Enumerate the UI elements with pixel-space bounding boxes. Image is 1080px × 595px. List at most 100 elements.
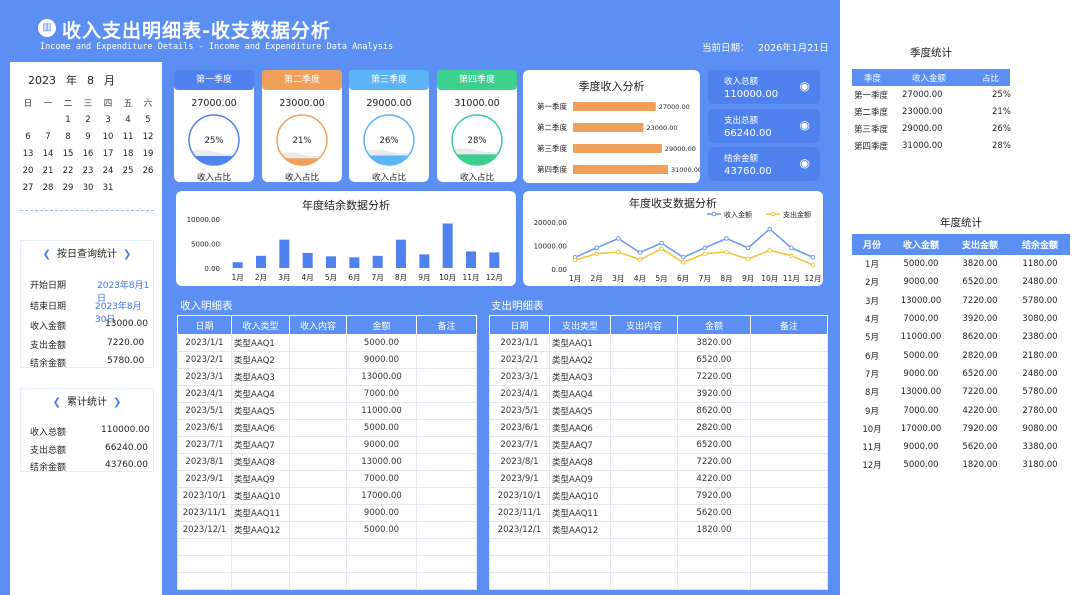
table-cell[interactable]: 3920.00	[677, 385, 751, 403]
table-cell[interactable]: 类型AAQ1	[549, 334, 611, 352]
calendar-day[interactable]: 4	[118, 111, 138, 128]
calendar-day[interactable]: 1	[58, 111, 78, 128]
table-cell[interactable]	[416, 368, 477, 386]
table-cell[interactable]: 类型AAQ6	[549, 419, 611, 437]
table-cell[interactable]	[416, 453, 477, 471]
table-cell[interactable]	[750, 419, 828, 437]
table-cell[interactable]: 2023/3/1	[489, 368, 550, 386]
table-cell[interactable]	[677, 555, 751, 573]
table-cell[interactable]	[750, 470, 828, 488]
table-cell[interactable]	[231, 538, 290, 556]
table-cell[interactable]	[416, 351, 477, 369]
table-cell[interactable]	[289, 453, 347, 471]
table-cell[interactable]: 13000.00	[346, 368, 417, 386]
table-cell[interactable]	[610, 470, 678, 488]
calendar-month[interactable]: 8	[87, 74, 94, 87]
table-cell[interactable]: 2023/4/1	[177, 385, 232, 403]
table-cell[interactable]: 7220.00	[677, 368, 751, 386]
table-cell[interactable]	[289, 368, 347, 386]
table-cell[interactable]: 类型AAQ9	[549, 470, 611, 488]
column-header[interactable]: 金额	[346, 315, 417, 335]
table-cell[interactable]: 17000.00	[346, 487, 417, 505]
table-cell[interactable]: 2023/11/1	[177, 504, 232, 522]
table-cell[interactable]	[416, 572, 477, 590]
table-cell[interactable]	[610, 436, 678, 454]
table-cell[interactable]: 类型AAQ6	[231, 419, 290, 437]
table-cell[interactable]	[289, 504, 347, 522]
table-cell[interactable]: 类型AAQ2	[549, 351, 611, 369]
table-cell[interactable]: 2023/7/1	[489, 436, 550, 454]
column-header[interactable]: 金额	[677, 315, 751, 335]
column-header[interactable]: 日期	[177, 315, 232, 335]
table-cell[interactable]: 2023/8/1	[489, 453, 550, 471]
table-cell[interactable]	[610, 368, 678, 386]
table-cell[interactable]	[750, 334, 828, 352]
column-header[interactable]: 备注	[750, 315, 828, 335]
table-cell[interactable]: 类型AAQ2	[231, 351, 290, 369]
calendar-day[interactable]: 17	[98, 145, 118, 162]
table-cell[interactable]	[289, 521, 347, 539]
table-cell[interactable]	[346, 538, 417, 556]
calendar-day[interactable]: 20	[18, 162, 38, 179]
calendar-day[interactable]: 21	[38, 162, 58, 179]
table-cell[interactable]: 2023/10/1	[177, 487, 232, 505]
calendar-day[interactable]: 11	[118, 128, 138, 145]
table-cell[interactable]	[610, 572, 678, 590]
table-cell[interactable]: 7920.00	[677, 487, 751, 505]
table-cell[interactable]	[750, 487, 828, 505]
table-cell[interactable]: 类型AAQ5	[231, 402, 290, 420]
table-cell[interactable]: 类型AAQ1	[231, 334, 290, 352]
table-cell[interactable]	[610, 402, 678, 420]
table-cell[interactable]	[416, 538, 477, 556]
table-cell[interactable]	[750, 504, 828, 522]
calendar-day[interactable]: 30	[78, 179, 98, 196]
table-cell[interactable]: 2820.00	[677, 419, 751, 437]
table-cell[interactable]: 4220.00	[677, 470, 751, 488]
calendar-day[interactable]: 13	[18, 145, 38, 162]
table-cell[interactable]: 类型AAQ10	[231, 487, 290, 505]
table-cell[interactable]	[289, 334, 347, 352]
table-cell[interactable]: 2023/5/1	[177, 402, 232, 420]
table-cell[interactable]	[231, 572, 290, 590]
table-cell[interactable]	[610, 419, 678, 437]
calendar-day[interactable]: 9	[78, 128, 98, 145]
table-cell[interactable]: 2023/6/1	[177, 419, 232, 437]
table-cell[interactable]	[610, 504, 678, 522]
table-cell[interactable]	[750, 351, 828, 369]
table-cell[interactable]: 类型AAQ8	[549, 453, 611, 471]
calendar-day[interactable]: 15	[58, 145, 78, 162]
table-cell[interactable]: 2023/3/1	[177, 368, 232, 386]
table-cell[interactable]: 8620.00	[677, 402, 751, 420]
table-cell[interactable]	[750, 521, 828, 539]
table-cell[interactable]: 2023/10/1	[489, 487, 550, 505]
table-cell[interactable]	[750, 572, 828, 590]
table-cell[interactable]	[750, 436, 828, 454]
calendar-day[interactable]: 6	[18, 128, 38, 145]
table-cell[interactable]: 5000.00	[346, 521, 417, 539]
calendar-day[interactable]: 26	[138, 162, 158, 179]
table-cell[interactable]: 6520.00	[677, 351, 751, 369]
table-cell[interactable]	[416, 521, 477, 539]
table-cell[interactable]: 类型AAQ8	[231, 453, 290, 471]
table-cell[interactable]	[289, 385, 347, 403]
table-cell[interactable]	[416, 334, 477, 352]
table-cell[interactable]	[416, 385, 477, 403]
table-cell[interactable]	[289, 470, 347, 488]
table-cell[interactable]	[549, 572, 611, 590]
table-cell[interactable]	[610, 487, 678, 505]
table-cell[interactable]: 11000.00	[346, 402, 417, 420]
table-cell[interactable]	[416, 487, 477, 505]
table-cell[interactable]	[610, 538, 678, 556]
table-cell[interactable]	[289, 436, 347, 454]
table-cell[interactable]	[177, 572, 232, 590]
table-cell[interactable]: 6520.00	[677, 436, 751, 454]
table-cell[interactable]: 3820.00	[677, 334, 751, 352]
table-cell[interactable]	[489, 572, 550, 590]
chevron-right-icon[interactable]: ❯	[113, 397, 121, 408]
table-cell[interactable]	[177, 555, 232, 573]
table-cell[interactable]: 2023/9/1	[177, 470, 232, 488]
table-cell[interactable]: 1820.00	[677, 521, 751, 539]
table-cell[interactable]: 2023/4/1	[489, 385, 550, 403]
table-cell[interactable]: 类型AAQ12	[549, 521, 611, 539]
table-cell[interactable]	[750, 555, 828, 573]
